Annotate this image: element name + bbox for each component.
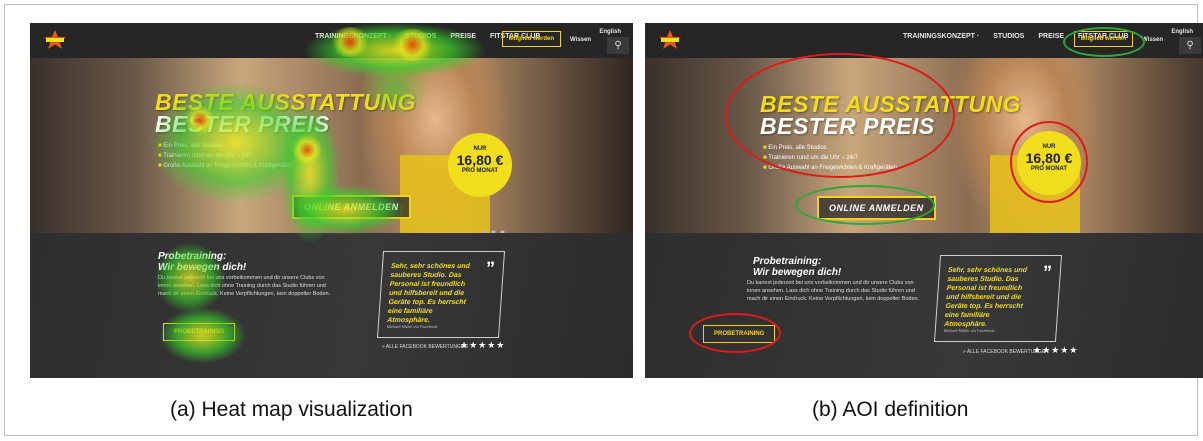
nav-item-wissen[interactable]: Wissen [1142,37,1163,43]
language-switch[interactable]: English [599,29,621,35]
testimonial-source: Michael Müller via Facebook [386,324,438,329]
site-nav: Trainingskonzept · Studios Preise FitSta… [30,23,633,58]
lower-section [645,233,1203,378]
aoi-headline-ellipse [725,53,955,178]
probetraining-title: Probetraining: Wir bewegen dich! [753,256,841,278]
testimonial-source: Michael Müller via Facebook [943,328,995,333]
nav-item-studios[interactable]: Studios [405,33,436,40]
testimonial-box: Sehr, sehr schönes und sauberes Studio. … [933,255,1063,342]
search-icon[interactable]: ⚲ [1179,37,1201,54]
price-value: 16,80 € [456,152,504,168]
caption-heat-map: (a) Heat map visualization [170,398,413,421]
fitstar-logo-icon [44,30,66,49]
quote-mark-icon: ” [1042,262,1053,282]
probetraining-title-line2: Wir bewegen dich! [158,262,247,273]
lower-section [30,233,633,378]
facebook-reviews-link[interactable]: » ALLE FACEBOOK BEWERTUNGEN [382,344,468,350]
testimonial-text: Sehr, sehr schönes und sauberes Studio. … [386,263,471,324]
hero-bullet: Ein Preis, alle Studios [158,141,292,151]
testimonial-text: Sehr, sehr schönes und sauberes Studio. … [943,267,1028,328]
probetraining-title: Probetraining: Wir bewegen dich! [158,251,246,273]
probetraining-text: Du kannst jederzeit bei uns vorbeikommen… [747,280,920,302]
nav-item-trainingskonzept[interactable]: Trainingskonzept · [903,33,979,40]
probetraining-title-line1: Probetraining: [753,256,822,267]
rating-stars-icon: ★★★★★ [1033,345,1079,355]
probetraining-title-line2: Wir bewegen dich! [753,267,842,278]
fitstar-logo-icon [659,30,681,49]
probetraining-button[interactable]: PROBETRAINING [163,323,236,341]
probetraining-title-line1: Probetraining: [158,251,227,262]
quote-mark-icon: ” [485,258,496,278]
hero-headline-line2: BESTER PREIS [155,111,330,137]
nav-item-preise[interactable]: Preise [450,33,476,40]
nav-item-studios[interactable]: Studios [993,33,1024,40]
aoi-mitglied-werden-ellipse [1063,27,1145,57]
nav-item-trainingskonzept[interactable]: Trainingskonzept · [315,33,391,40]
hero-bullet: Trainieren rund um die Uhr – 24/7 [158,151,292,161]
price-bottom: PRO MONAT [461,168,499,174]
aoi-online-anmelden-ellipse [795,185,935,225]
hero-bullet: Große Auswahl an Freigewichten & Kraftge… [158,161,292,171]
hero-headline-line1: BESTE AUSSTATTUNG [155,89,417,115]
online-anmelden-button[interactable]: ONLINE ANMELDEN [292,195,411,219]
probetraining-text: Du kannst jederzeit bei uns vorbeikommen… [158,275,331,297]
hero-headline: BESTE AUSSTATTUNG BESTER PREIS [155,89,417,137]
hero-bullets: Ein Preis, alle Studios Trainieren rund … [158,141,292,171]
panel-heat-map: Trainingskonzept · Studios Preise FitSta… [30,23,633,378]
price-badge: NUR 16,80 € PRO MONAT [448,133,512,197]
language-switch[interactable]: English [1171,29,1193,35]
aoi-price-ellipse [1010,121,1088,203]
aoi-probetraining-ellipse [689,313,781,353]
caption-aoi-definition: (b) AOI definition [812,398,969,421]
nav-item-preise[interactable]: Preise [1038,33,1064,40]
rating-stars-icon: ★★★★★ [460,340,506,350]
search-icon[interactable]: ⚲ [607,37,629,54]
nav-item-wissen[interactable]: Wissen [570,37,591,43]
mitglied-werden-button[interactable]: Mitglied werden [501,31,561,47]
testimonial-box: Sehr, sehr schönes und sauberes Studio. … [376,251,506,338]
panel-aoi-definition: Trainingskonzept · Studios Preise FitSta… [645,23,1203,378]
